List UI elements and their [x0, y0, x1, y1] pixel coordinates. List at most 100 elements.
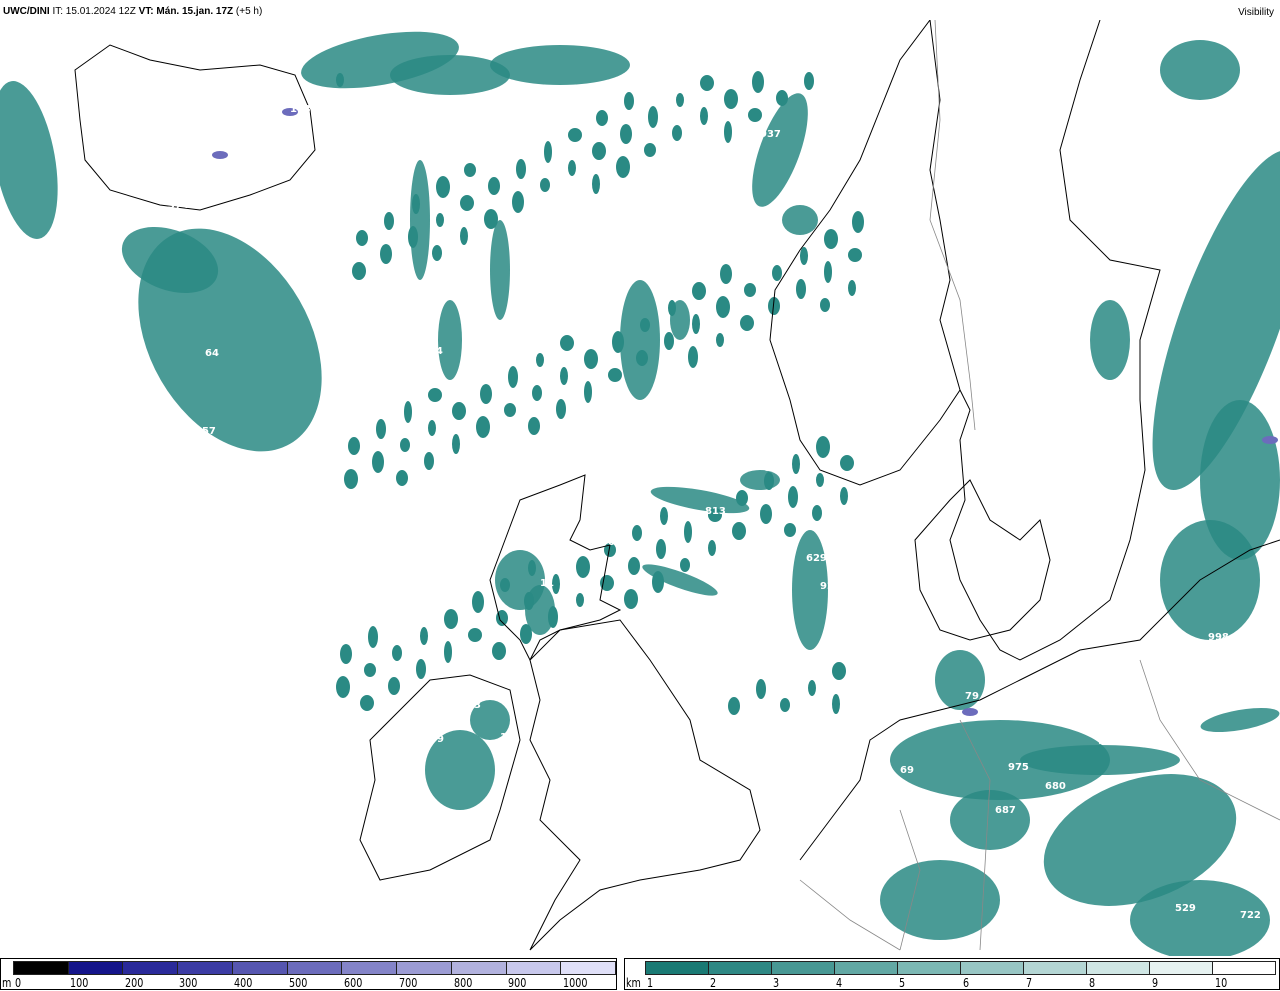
fog-cell — [852, 211, 864, 233]
fog-cell — [740, 315, 754, 331]
legend-tick: 1000 — [563, 976, 588, 990]
fog-cell — [568, 160, 576, 176]
fog-cell — [452, 434, 460, 454]
fog-cell — [360, 695, 374, 711]
map-value-label: 941 — [1098, 736, 1119, 747]
fog-cell — [380, 244, 392, 264]
fog-cell — [436, 176, 450, 198]
map-value-label: 829 — [764, 463, 785, 474]
map-value-label: 34 — [258, 160, 272, 171]
fog-cell — [556, 399, 566, 419]
legend-swatch — [961, 962, 1024, 974]
legend-tick: 2 — [710, 976, 717, 990]
fog-area — [880, 860, 1000, 940]
fog-cell — [700, 75, 714, 91]
fog-cell — [352, 262, 366, 280]
fog-cell — [392, 645, 402, 661]
map-value-label: 97 — [628, 445, 642, 456]
fog-area — [1160, 40, 1240, 100]
fog-area — [1200, 707, 1280, 733]
fog-cell — [848, 248, 862, 262]
fog-cell — [644, 143, 656, 157]
fog-cell — [808, 680, 816, 696]
fog-cell — [684, 521, 692, 543]
map-value-label: 529 — [1175, 903, 1196, 914]
fog-cell — [816, 473, 824, 487]
fog-cell — [376, 419, 386, 439]
fog-cell — [500, 578, 510, 592]
fog-area — [1200, 400, 1280, 560]
it-label: IT: — [52, 6, 64, 17]
fog-cell — [480, 384, 492, 404]
fog-cell — [700, 107, 708, 125]
legend-tick: 100 — [69, 976, 89, 990]
fog-cell — [744, 283, 756, 297]
fog-cell — [724, 89, 738, 109]
map-value-label: 69 — [430, 734, 444, 745]
legend-tick: 5 — [899, 976, 906, 990]
map-value-label: 69 — [900, 765, 914, 776]
fog-cell — [464, 163, 476, 177]
fog-cell — [624, 589, 638, 609]
fog-cell — [472, 591, 484, 613]
fog-cell — [364, 663, 376, 677]
fog-cell — [548, 606, 558, 628]
fog-cell — [716, 296, 730, 318]
map-value-label: 334 — [422, 346, 443, 357]
legend-tick: 1 — [647, 976, 654, 990]
map-value-label: 937 — [760, 129, 781, 140]
fog-cell — [516, 159, 526, 179]
fog-cell — [540, 178, 550, 192]
fog-area — [782, 205, 818, 235]
fog-cell — [512, 191, 524, 213]
fog-cell — [660, 507, 668, 525]
map-value-label: 16 — [500, 732, 514, 743]
fog-cell — [620, 124, 632, 144]
fog-cell — [692, 314, 700, 334]
legend-swatch — [1087, 962, 1150, 974]
fog-cell — [576, 556, 590, 578]
map-value-label: 61 — [612, 382, 626, 393]
legend-swatch — [287, 962, 343, 974]
map-value-label: 885 — [648, 175, 669, 186]
fog-cell — [428, 388, 442, 402]
fog-cell — [664, 332, 674, 350]
fog-cell — [344, 469, 358, 489]
fog-cell — [584, 349, 598, 369]
map-value-label: 629 — [806, 553, 827, 564]
fog-cell — [840, 487, 848, 505]
fog-cell — [384, 212, 394, 230]
fog-cell — [832, 662, 846, 680]
fog-cell — [460, 227, 468, 245]
fog-cell — [656, 539, 666, 559]
fog-cell — [544, 141, 552, 163]
map-value-label: 722 — [1240, 910, 1261, 921]
legend-swatch — [1024, 962, 1087, 974]
fog-area — [1020, 745, 1180, 775]
fog-cell — [824, 229, 838, 249]
visibility-colorbar — [645, 961, 1276, 975]
legend-tick: 4 — [836, 976, 843, 990]
legend-tick: 10 — [1214, 976, 1228, 990]
vt-value: Mán. 15.jan. 17Z — [156, 6, 234, 17]
lead-time: (+5 h) — [235, 6, 263, 17]
fog-cell — [428, 420, 436, 436]
fog-cell — [636, 350, 648, 366]
coast-iceland — [74, 44, 316, 211]
fog-cell — [764, 472, 774, 490]
map-value-label: 11 — [540, 578, 554, 589]
legend-tick: 500 — [289, 976, 308, 990]
fog-cell — [528, 417, 540, 435]
fog-cell — [748, 108, 762, 122]
fog-cell — [396, 470, 408, 486]
fog-cell — [400, 438, 410, 452]
map-value-label: 265 — [212, 100, 233, 111]
fog-cell — [536, 353, 544, 367]
legend-swatch — [709, 962, 772, 974]
map-value-label: 925 — [820, 581, 841, 592]
visibility-legend: km 1 2 3 4 5 6 7 8 9 10 — [624, 958, 1280, 990]
legend-tick: 6 — [962, 976, 969, 990]
fog-cell — [424, 452, 434, 470]
legend-tick: 3 — [773, 976, 780, 990]
fog-cell — [616, 156, 630, 178]
